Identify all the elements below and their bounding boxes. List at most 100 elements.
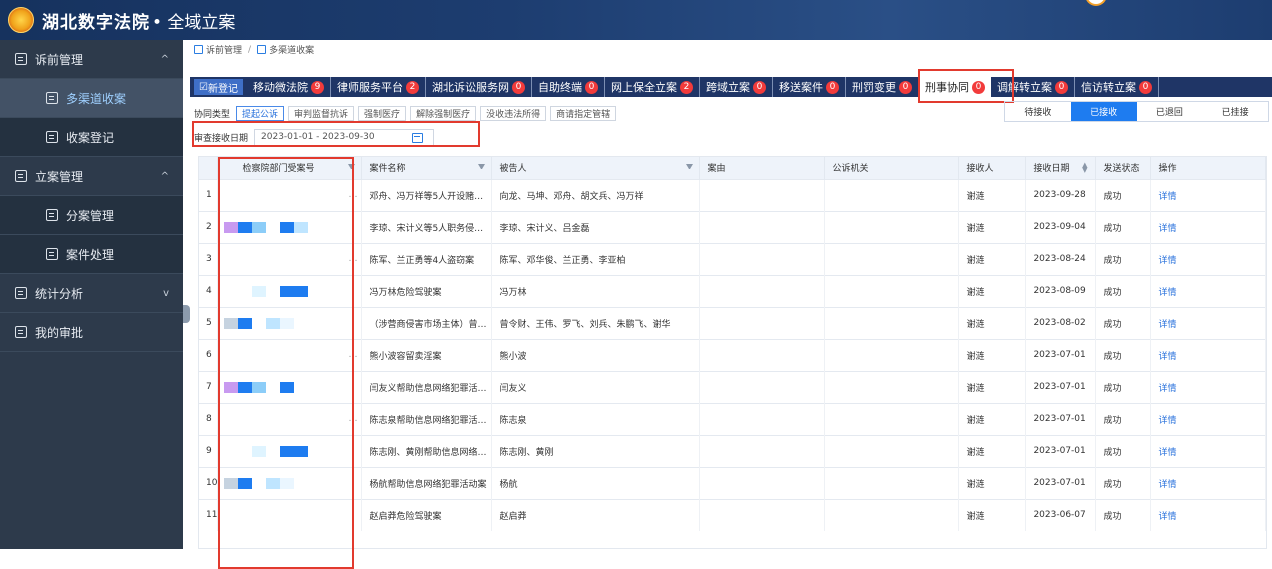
cell-status: 成功 <box>1095 338 1152 371</box>
status-linked[interactable]: 已挂接 <box>1202 102 1268 121</box>
cell-cause <box>699 306 826 339</box>
cell-op[interactable]: 详情 <box>1150 498 1266 531</box>
cell-date: 2023-07-01 <box>1025 402 1097 435</box>
tab-self-service[interactable]: 自助终端 0 <box>532 77 605 97</box>
cell-op[interactable]: 详情 <box>1150 242 1266 275</box>
sidebar-collapse-handle[interactable] <box>183 305 190 323</box>
count-badge: 0 <box>1138 80 1152 94</box>
coop-type-protest[interactable]: 审判监督抗诉 <box>288 105 355 121</box>
tab-cross-region[interactable]: 跨域立案 0 <box>700 77 773 97</box>
tab-lawyer-platform[interactable]: 律师服务平台 2 <box>331 77 426 97</box>
sidebar-item-assignment[interactable]: 分案管理 <box>0 196 183 235</box>
table-row[interactable]: 11 赵启莽危险驾驶案 赵启莽 谢涟 2023-06-07 成功 详情 <box>199 498 1266 531</box>
table-row[interactable]: 7 闫友义帮助信息网络犯罪活… 闫友义 谢涟 2023-07-01 成功 详情 <box>199 370 1266 403</box>
app-title: 湖北数字法院 <box>42 12 150 33</box>
main-content: 诉前管理 / 多渠道收案 ☑ 新登记 移动微法院 9 律师服务平台 2 湖北诉讼服务网… <box>190 40 1272 569</box>
cell-receiver: 谢涟 <box>958 178 1027 211</box>
sidebar-item-approval[interactable]: 我的审批 <box>0 313 183 352</box>
cell-no: 10 <box>199 466 219 499</box>
sort-icon[interactable]: ▲ ▼ <box>1082 162 1087 174</box>
cell-defendants: 冯万林 <box>491 274 701 307</box>
case-table: 检察院部门受案号 案件名称 被告人 案由 公诉机关 接收人 接收日期 ▲ ▼ 发送状… <box>198 156 1267 549</box>
approval-icon <box>15 326 27 338</box>
app-subtitle: • 全域立案 <box>152 12 236 33</box>
coop-type-confiscation[interactable]: 没收违法所得 <box>480 105 547 121</box>
cell-organ <box>824 178 960 211</box>
cell-op[interactable]: 详情 <box>1150 210 1266 243</box>
table-row[interactable]: 1… 邓舟、冯万祥等5人开设赌… 向龙、马坤、邓舟、胡文兵、冯万祥 谢涟 2023-09… <box>199 178 1266 211</box>
coop-type-forced-medical[interactable]: 强制医疗 <box>358 105 407 121</box>
table-row[interactable]: 8… 陈志泉帮助信息网络犯罪活… 陈志泉 谢涟 2023-07-01 成功 详情 <box>199 402 1266 435</box>
table-row[interactable]: 6… 熊小波容留卖淫案 熊小波 谢涟 2023-07-01 成功 详情 <box>199 338 1266 371</box>
table-row[interactable]: 5 （涉营商侵害市场主体）曾… 曾令财、王伟、罗飞、刘兵、朱鹏飞、谢华 谢涟 2023-… <box>199 306 1266 339</box>
cell-no: 8 <box>199 402 219 435</box>
sidebar-item-case-handling[interactable]: 案件处理 <box>0 235 183 274</box>
tab-mobile-court[interactable]: 移动微法院 9 <box>247 77 331 97</box>
status-pending[interactable]: 待接收 <box>1005 102 1071 121</box>
filter-icon[interactable] <box>686 164 694 171</box>
court-emblem-icon <box>8 7 34 33</box>
col-case-name[interactable]: 案件名称 <box>361 157 493 179</box>
table-row[interactable]: 9 陈志刚、黄刚帮助信息网络… 陈志刚、黄刚 谢涟 2023-07-01 成功 详情 <box>199 434 1266 467</box>
tab-online-preservation[interactable]: 网上保全立案 2 <box>605 77 700 97</box>
new-register-button[interactable]: ☑ 新登记 <box>194 79 243 95</box>
table-row[interactable]: 3… 陈军、兰正勇等4人盗窃案 陈军、邓华俊、兰正勇、李亚柏 谢涟 2023-08-24… <box>199 242 1266 275</box>
cell-defendants: 杨航 <box>491 466 701 499</box>
col-status: 发送状态 <box>1095 157 1152 179</box>
cell-cause <box>699 242 826 275</box>
sidebar-item-statistics[interactable]: 统计分析 v <box>0 274 183 313</box>
top-header: 湖北数字法院 • 全域立案 <box>0 0 1272 40</box>
coop-type-filter: 协同类型 提起公诉 审判监督抗诉 强制医疗 解除强制医疗 没收违法所得 商请指定… <box>194 104 620 122</box>
tab-transfer[interactable]: 移送案件 0 <box>773 77 846 97</box>
cell-defendants: 曾令财、王伟、罗飞、刘兵、朱鹏飞、谢华 <box>491 306 701 339</box>
cell-organ <box>824 434 960 467</box>
cell-op[interactable]: 详情 <box>1150 338 1266 371</box>
tab-hubei-litigation[interactable]: 湖北诉讼服务网 0 <box>426 77 532 97</box>
status-returned[interactable]: 已退回 <box>1137 102 1203 121</box>
table-row[interactable]: 4 冯万林危险驾驶案 冯万林 谢涟 2023-08-09 成功 详情 <box>199 274 1266 307</box>
cell-receiver: 谢涟 <box>958 402 1027 435</box>
cell-op[interactable]: 详情 <box>1150 370 1266 403</box>
cell-no: 9 <box>199 434 219 467</box>
cell-organ <box>824 274 960 307</box>
sidebar-item-filing[interactable]: 立案管理 ^ <box>0 157 183 196</box>
status-received[interactable]: 已接收 <box>1070 102 1137 121</box>
sidebar-item-pre-litigation[interactable]: 诉前管理 ^ <box>0 40 183 79</box>
col-defendants[interactable]: 被告人 <box>491 157 701 179</box>
cell-op[interactable]: 详情 <box>1150 274 1266 307</box>
cell-cause <box>699 274 826 307</box>
cell-defendants: 陈志泉 <box>491 402 701 435</box>
count-badge: 2 <box>679 80 693 94</box>
cell-op[interactable]: 详情 <box>1150 402 1266 435</box>
breadcrumb-root[interactable]: 诉前管理 <box>206 43 242 56</box>
tab-petition[interactable]: 信访转立案 0 <box>1075 77 1159 97</box>
cell-op[interactable]: 详情 <box>1150 466 1266 499</box>
cell-date: 2023-07-01 <box>1025 466 1097 499</box>
cell-name: 李琼、宋计义等5人职务侵… <box>361 210 493 243</box>
cell-cause <box>699 178 826 211</box>
table-row[interactable]: 10 杨航帮助信息网络犯罪活动案 杨航 谢涟 2023-07-01 成功 详情 <box>199 466 1266 499</box>
sidebar-item-multichannel[interactable]: 多渠道收案 <box>0 79 183 118</box>
cell-cause <box>699 338 826 371</box>
col-date[interactable]: 接收日期 ▲ ▼ <box>1025 157 1097 179</box>
cell-status: 成功 <box>1095 434 1152 467</box>
cell-organ <box>824 466 960 499</box>
cell-op[interactable]: 详情 <box>1150 306 1266 339</box>
coop-type-public-prosecution[interactable]: 提起公诉 <box>236 105 285 121</box>
cell-op[interactable]: 详情 <box>1150 434 1266 467</box>
cell-no: 3 <box>199 242 219 275</box>
tab-penalty-change[interactable]: 刑罚变更 0 <box>846 77 919 97</box>
coop-type-release-medical[interactable]: 解除强制医疗 <box>410 105 477 121</box>
cell-defendants: 向龙、马坤、邓舟、胡文兵、冯万祥 <box>491 178 701 211</box>
sidebar-item-registration[interactable]: 收案登记 <box>0 118 183 157</box>
chevron-up-icon: ^ <box>160 53 169 65</box>
coop-type-jurisdiction[interactable]: 商请指定管辖 <box>550 105 617 121</box>
cell-status: 成功 <box>1095 466 1152 499</box>
cell-no: 6 <box>199 338 219 371</box>
user-avatar-icon[interactable] <box>1085 0 1107 6</box>
table-row[interactable]: 2 李琼、宋计义等5人职务侵… 李琼、宋计义、吕金磊 谢涟 2023-09-04 成功 详情 <box>199 210 1266 243</box>
filter-icon[interactable] <box>478 164 486 171</box>
cell-op[interactable]: 详情 <box>1150 178 1266 211</box>
breadcrumb-current: 多渠道收案 <box>269 46 315 56</box>
cell-status: 成功 <box>1095 210 1152 243</box>
